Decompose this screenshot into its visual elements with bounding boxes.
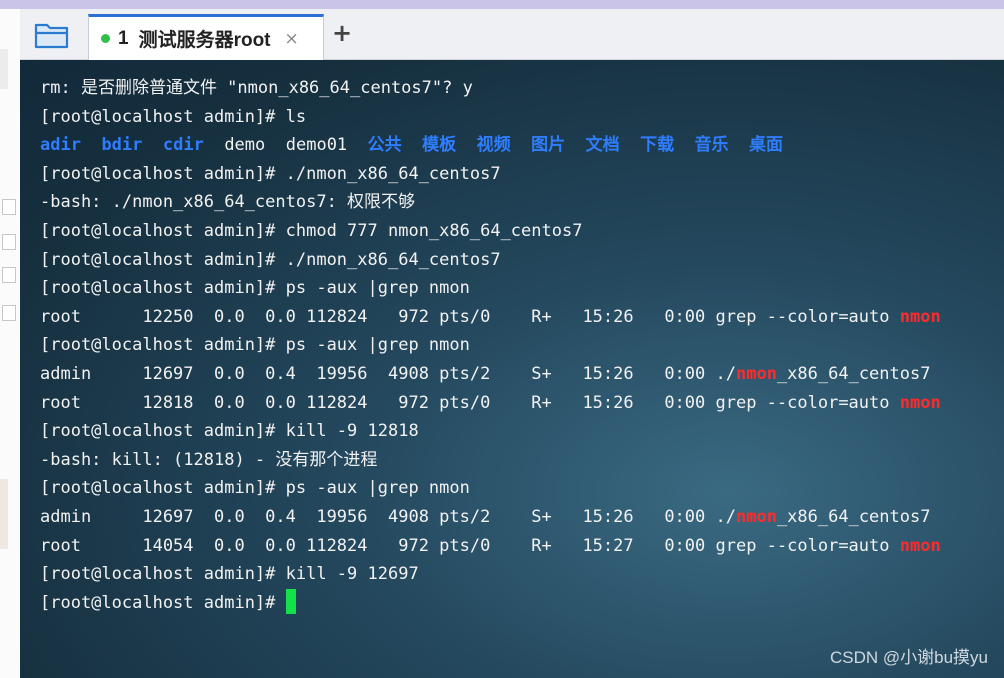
process-info: admin 12697 0.0 0.4 19956 4908 pts/2 S+ … bbox=[40, 506, 736, 527]
file-entry: demo01 bbox=[285, 135, 348, 156]
terminal-line-process: root 14054 0.0 0.0 112824 972 pts/0 R+ 1… bbox=[40, 532, 941, 561]
tab-title: 测试服务器root bbox=[138, 30, 271, 51]
process-info-suffix: _x86_64_centos7 bbox=[776, 363, 931, 384]
grep-match: nmon bbox=[735, 363, 777, 384]
terminal-line-process: root 12250 0.0 0.0 112824 972 pts/0 R+ 1… bbox=[40, 303, 941, 332]
shell-prompt: [root@localhost admin]# bbox=[40, 592, 286, 613]
terminal-line: [root@localhost admin]# kill -9 12697 bbox=[40, 564, 419, 585]
directory-entry: 文档 bbox=[585, 135, 620, 156]
terminal-line: [root@localhost admin]# ./nmon_x86_64_ce… bbox=[40, 163, 501, 184]
edge-panel bbox=[0, 479, 8, 549]
connected-status-icon bbox=[101, 34, 110, 43]
edge-control bbox=[2, 267, 16, 283]
process-info: root 14054 0.0 0.0 112824 972 pts/0 R+ 1… bbox=[40, 535, 900, 556]
process-info: admin 12697 0.0 0.4 19956 4908 pts/2 S+ … bbox=[40, 363, 736, 384]
terminal-pane[interactable]: rm: 是否删除普通文件 "nmon_x86_64_centos7"? y [r… bbox=[20, 60, 1004, 678]
terminal-line: [root@localhost admin]# ps -aux |grep nm… bbox=[40, 478, 470, 499]
directory-entry: 视频 bbox=[476, 135, 511, 156]
edge-control bbox=[2, 305, 16, 321]
directory-entry: cdir bbox=[162, 135, 204, 156]
watermark: CSDN @小谢bu摸yu bbox=[829, 648, 988, 667]
close-tab-icon[interactable]: × bbox=[285, 29, 299, 49]
terminal-output: rm: 是否删除普通文件 "nmon_x86_64_centos7"? y [r… bbox=[40, 74, 941, 617]
terminal-line-ls-output: adir bdir cdir demo demo01 公共 模板 视频 图片 文… bbox=[40, 131, 941, 160]
terminal-line-process: root 12818 0.0 0.0 112824 972 pts/0 R+ 1… bbox=[40, 389, 941, 418]
background-window-edge bbox=[0, 9, 21, 678]
window-top-strip bbox=[0, 0, 1004, 9]
tab-number: 1 bbox=[118, 27, 129, 49]
new-tab-button[interactable]: + bbox=[332, 19, 352, 47]
process-info: root 12250 0.0 0.0 112824 972 pts/0 R+ 1… bbox=[40, 306, 900, 327]
edge-tab bbox=[0, 49, 8, 89]
grep-match: nmon bbox=[899, 535, 941, 556]
terminal-line: [root@localhost admin]# ls bbox=[40, 106, 307, 127]
edge-control bbox=[2, 199, 16, 215]
directory-entry: 下载 bbox=[640, 135, 675, 156]
file-entry: demo bbox=[224, 135, 266, 156]
tab-bar: 1 测试服务器root × + bbox=[20, 9, 1004, 60]
process-info-suffix: _x86_64_centos7 bbox=[776, 506, 931, 527]
directory-entry: 公共 bbox=[367, 135, 402, 156]
terminal-line: -bash: ./nmon_x86_64_centos7: 权限不够 bbox=[40, 192, 416, 213]
directory-entry: 桌面 bbox=[749, 135, 784, 156]
terminal-line: [root@localhost admin]# ./nmon_x86_64_ce… bbox=[40, 249, 501, 270]
terminal-line: [root@localhost admin]# ps -aux |grep nm… bbox=[40, 278, 470, 299]
folder-icon[interactable] bbox=[34, 21, 70, 49]
terminal-line-process: admin 12697 0.0 0.4 19956 4908 pts/2 S+ … bbox=[40, 503, 941, 532]
terminal-line: -bash: kill: (12818) - 没有那个进程 bbox=[40, 449, 378, 470]
process-info: root 12818 0.0 0.0 112824 972 pts/0 R+ 1… bbox=[40, 392, 900, 413]
directory-entry: 图片 bbox=[531, 135, 566, 156]
text-cursor bbox=[285, 588, 296, 614]
terminal-line: [root@localhost admin]# chmod 777 nmon_x… bbox=[40, 220, 583, 241]
terminal-line: [root@localhost admin]# kill -9 12818 bbox=[40, 421, 419, 442]
directory-entry: 音乐 bbox=[694, 135, 729, 156]
terminal-line-process: admin 12697 0.0 0.4 19956 4908 pts/2 S+ … bbox=[40, 360, 941, 389]
directory-entry: bdir bbox=[101, 135, 143, 156]
grep-match: nmon bbox=[735, 506, 777, 527]
grep-match: nmon bbox=[899, 392, 941, 413]
directory-entry: adir bbox=[40, 135, 81, 156]
grep-match: nmon bbox=[899, 306, 941, 327]
directory-entry: 模板 bbox=[422, 135, 457, 156]
session-tab[interactable]: 1 测试服务器root × bbox=[88, 14, 324, 60]
terminal-line: [root@localhost admin]# ps -aux |grep nm… bbox=[40, 335, 470, 356]
terminal-line: rm: 是否删除普通文件 "nmon_x86_64_centos7"? y bbox=[40, 78, 473, 98]
terminal-prompt-line[interactable]: [root@localhost admin]# bbox=[40, 588, 941, 618]
edge-control bbox=[2, 234, 16, 250]
